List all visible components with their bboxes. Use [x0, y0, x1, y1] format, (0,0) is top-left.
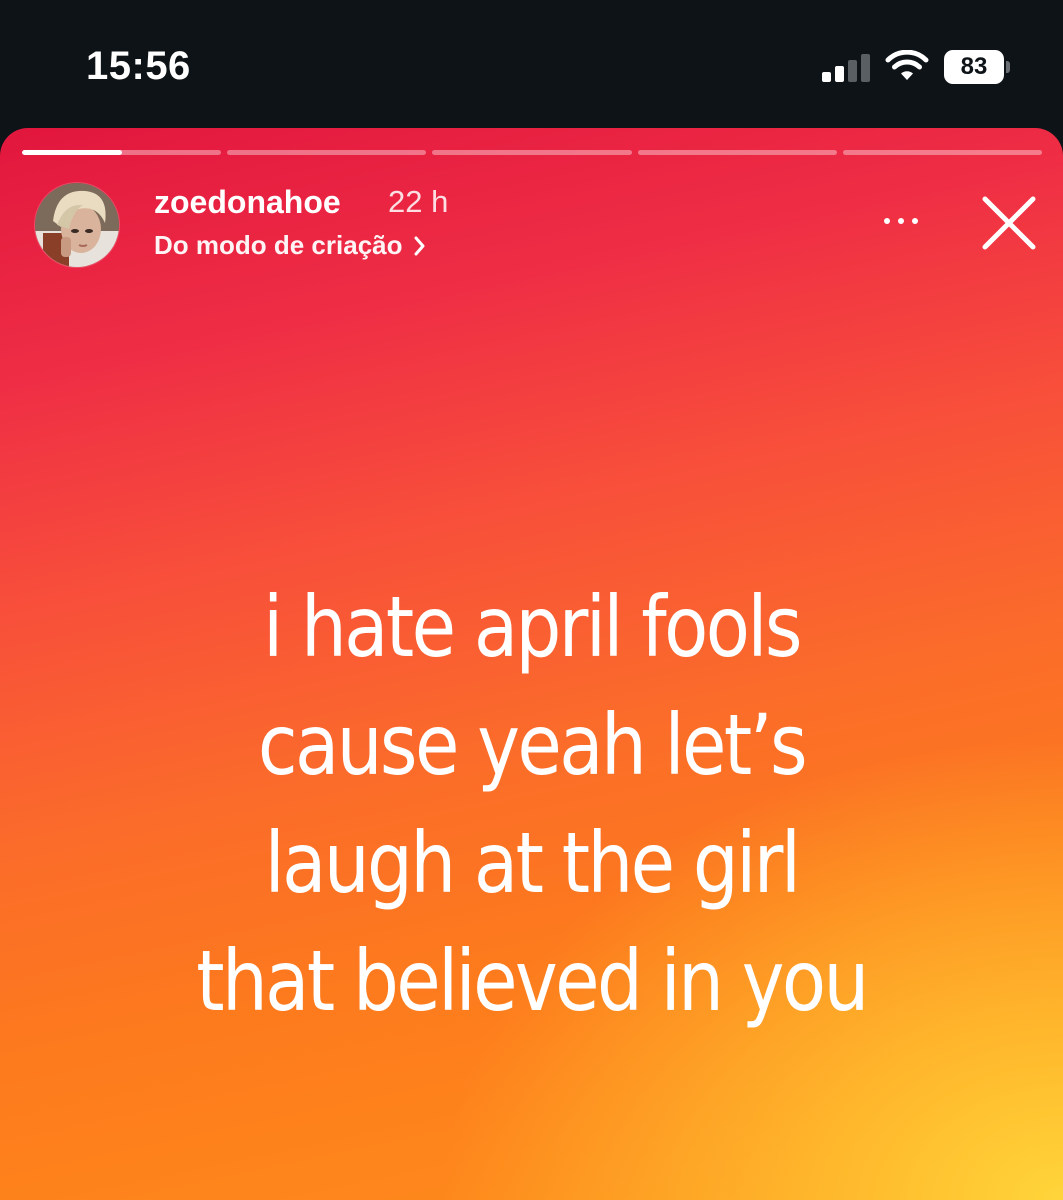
story-text-line: i hate april fools	[263, 578, 802, 676]
story-text: i hate april fools cause yeah let’s laug…	[126, 568, 937, 1040]
story-username[interactable]: zoedonahoe	[154, 184, 341, 221]
battery-cap	[1006, 61, 1010, 73]
progress-fill	[22, 150, 122, 155]
avatar[interactable]	[34, 182, 120, 268]
story-progress-bar	[22, 150, 1043, 155]
story-text-line: that believed in you	[196, 932, 869, 1030]
battery-level: 83	[960, 53, 988, 80]
chevron-right-icon	[414, 236, 424, 255]
cellular-signal-icon	[822, 52, 872, 82]
story-source-label: Do modo de criação	[154, 230, 403, 260]
story-viewer[interactable]: zoedonahoe 22 h Do modo de criação i hat…	[0, 128, 1063, 1200]
avatar-photo	[35, 183, 119, 267]
more-options-icon[interactable]	[876, 206, 926, 236]
battery-icon: 83	[944, 50, 1010, 84]
progress-segment	[227, 150, 427, 155]
progress-segment	[22, 150, 222, 155]
wifi-icon	[885, 50, 929, 80]
status-time: 15:56	[86, 44, 191, 88]
story-text-line: cause yeah let’s	[257, 696, 808, 794]
close-icon[interactable]	[978, 192, 1040, 254]
story-timestamp: 22 h	[388, 184, 449, 219]
battery-body: 83	[944, 50, 1004, 84]
progress-segment	[842, 150, 1043, 155]
status-bar: 15:56 83	[0, 0, 1063, 128]
story-source-link[interactable]: Do modo de criação	[154, 230, 427, 261]
progress-segment	[637, 150, 837, 155]
story-text-line: laugh at the girl	[264, 814, 801, 912]
progress-segment	[432, 150, 632, 155]
